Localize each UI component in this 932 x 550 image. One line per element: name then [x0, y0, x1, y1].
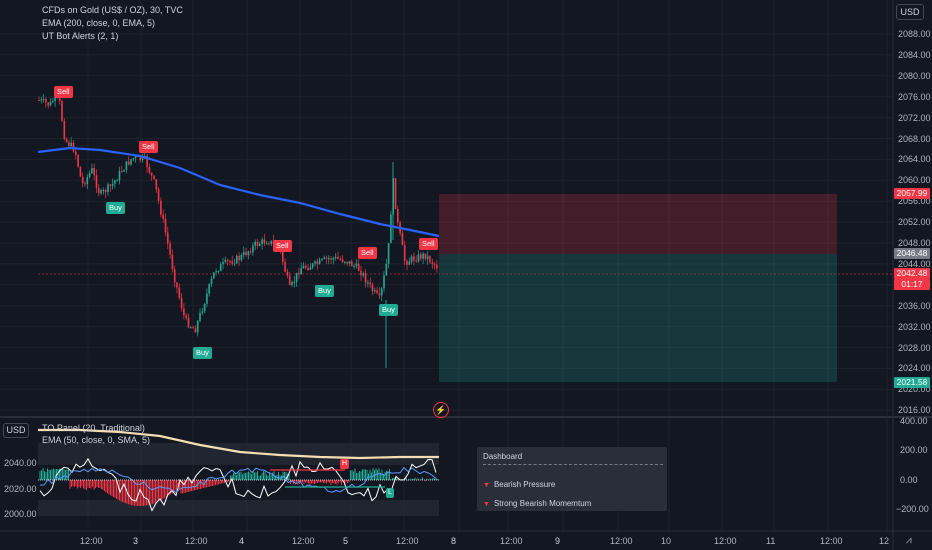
dashboard-separator — [483, 464, 663, 465]
time-axis-label: 9 — [555, 536, 561, 546]
time-axis-label: 3 — [133, 536, 139, 546]
lightning-icon[interactable]: ⚡ — [433, 402, 449, 418]
time-axis-label: 10 — [661, 536, 672, 546]
dashboard-panel: Dashboard ▼ Bearish Pressure ▼ Strong Bear… — [477, 447, 667, 511]
sell-signal: Sell — [419, 238, 438, 250]
sub-axis-right-label: 0.00 — [900, 475, 918, 485]
ut-bot-legend[interactable]: UT Bot Alerts (2, 1) — [42, 31, 118, 41]
time-axis-label: 11 — [766, 536, 776, 546]
sub-axis-left-label: 2020.00 — [4, 484, 37, 494]
price-axis-label: 2076.00 — [898, 91, 931, 102]
sell-signal: Sell — [273, 240, 292, 252]
price-axis-label: 2036.00 — [898, 300, 931, 311]
symbol-legend[interactable]: CFDs on Gold (US$ / OZ), 30, TVC — [42, 5, 183, 15]
price-axis-label: 2072.00 — [898, 112, 931, 123]
dashboard-row: ▼ Bearish Pressure — [483, 480, 556, 489]
sub-currency-button[interactable]: USD — [3, 423, 29, 438]
sell-signal: Sell — [54, 86, 73, 98]
stop-loss-zone[interactable] — [439, 194, 837, 254]
sub-pane-band-bottom — [38, 500, 439, 516]
time-axis-label: 12:00 — [292, 536, 315, 546]
sell-signal: Sell — [139, 141, 158, 153]
dashboard-title: Dashboard — [483, 452, 523, 461]
time-axis-label: 12:00 — [80, 536, 103, 546]
buy-signal: Buy — [193, 347, 212, 359]
bottom-target-tag: 2021.58 — [894, 377, 930, 388]
buy-signal: Buy — [106, 202, 125, 214]
down-triangle-icon: ▼ — [483, 501, 490, 508]
time-axis-label: 8 — [451, 536, 457, 546]
sub-axis-right-label: 400.00 — [900, 416, 928, 426]
sub-axis-right-label: 200.00 — [900, 445, 928, 455]
ema-legend[interactable]: EMA (200, close, 0, EMA, 5) — [42, 18, 155, 28]
sub-axis-left-label: 2000.00 — [4, 509, 37, 519]
current-price-gray-tag: 2046.48 — [894, 248, 930, 259]
price-axis-label: 2060.00 — [898, 175, 931, 186]
currency-button[interactable]: USD — [896, 4, 924, 20]
time-axis-label: 12:00 — [185, 536, 208, 546]
price-axis-label: 2024.00 — [898, 363, 931, 374]
time-axis-label: 5 — [343, 536, 349, 546]
dashboard-row: ▼ Strong Bearish Momemtum — [483, 499, 592, 508]
price-axis-label: 2048.00 — [898, 238, 931, 248]
countdown-tag: 01:17 — [894, 279, 930, 290]
sub-axis-left-label: 2040.00 — [4, 458, 37, 468]
time-axis-label: 12:00 — [820, 536, 843, 546]
price-axis-label: 2088.00 — [898, 29, 931, 39]
price-axis-label: 2052.00 — [898, 217, 931, 228]
low-marker: L — [386, 488, 394, 498]
high-marker: H — [340, 459, 350, 469]
sub-ema-legend[interactable]: EMA (50, close, 0, SMA, 5) — [42, 435, 150, 445]
price-axis-label: 2064.00 — [898, 154, 931, 165]
sell-signal: Sell — [358, 247, 377, 259]
down-triangle-icon: ▼ — [483, 482, 490, 489]
price-axis-label: 2068.00 — [898, 133, 931, 144]
tradingview-logo-icon[interactable]: ⩘ — [906, 535, 912, 546]
take-profit-zone[interactable] — [439, 254, 837, 382]
chart-canvas[interactable] — [0, 0, 932, 550]
sub-axis-right-label: −200.00 — [896, 504, 929, 514]
time-axis-label: 4 — [239, 536, 245, 546]
price-axis-label: 2028.00 — [898, 342, 931, 353]
time-axis-label: 12:00 — [500, 536, 523, 546]
candlestick-series — [38, 87, 438, 368]
price-axis-label: 2084.00 — [898, 49, 931, 60]
current-price-tag: 2042.48 — [894, 268, 930, 279]
time-axis-label: 12:00 — [610, 536, 633, 546]
time-axis-label: 12:00 — [714, 536, 737, 546]
buy-signal: Buy — [379, 304, 398, 316]
time-axis-label: 12 — [879, 536, 890, 546]
sub-pane-band-top — [38, 443, 439, 465]
price-axis-label: 2080.00 — [898, 70, 931, 81]
price-axis-label: 2016.00 — [898, 405, 931, 416]
buy-signal: Buy — [315, 285, 334, 297]
top-target-tag: 2057.99 — [894, 188, 930, 199]
to-panel-legend[interactable]: TO Panel (20, Traditional) — [42, 423, 145, 433]
price-axis-label: 2032.00 — [898, 321, 931, 332]
time-axis-label: 12:00 — [396, 536, 419, 546]
